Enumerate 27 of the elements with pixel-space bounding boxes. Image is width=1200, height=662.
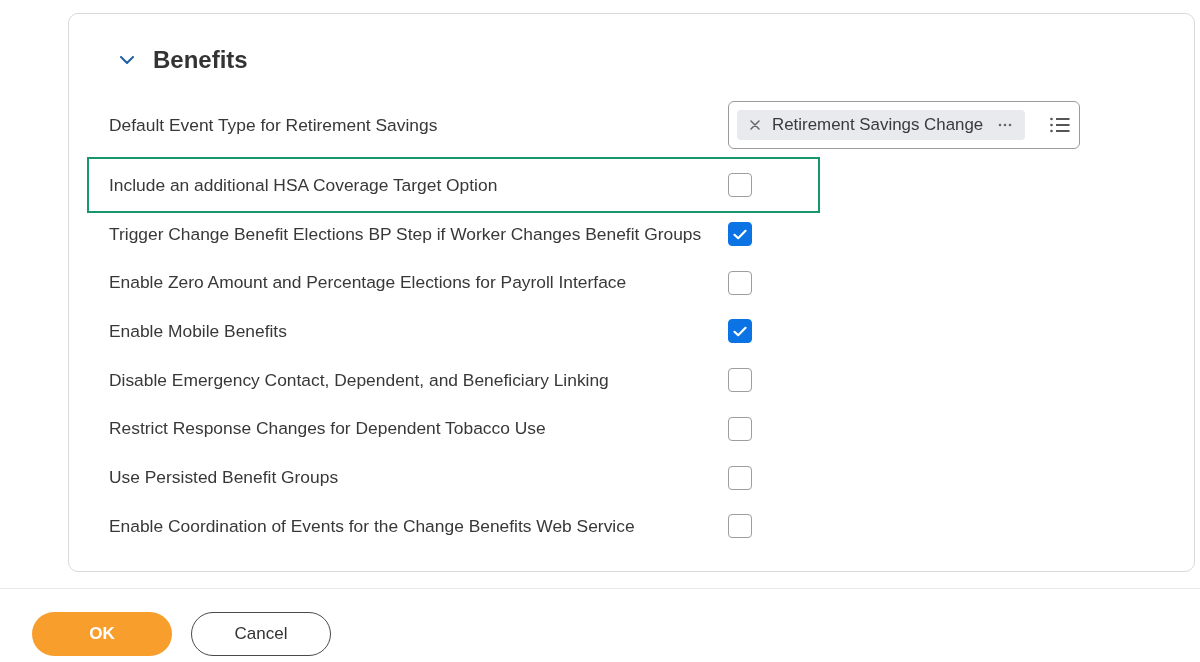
checkmark-icon: [733, 228, 747, 240]
field-label: Use Persisted Benefit Groups: [109, 467, 340, 488]
multiselect-field[interactable]: Retirement Savings Change: [728, 101, 1080, 149]
cancel-button[interactable]: Cancel: [191, 612, 331, 656]
checkbox[interactable]: [728, 465, 752, 490]
chevron-down-icon[interactable]: [120, 56, 134, 64]
field-label: Disable Emergency Contact, Dependent, and Beneficiary Linking: [109, 369, 610, 391]
chip-label: Retirement Savings Change: [772, 115, 984, 135]
checkbox[interactable]: [728, 319, 752, 344]
checkbox[interactable]: [728, 270, 752, 295]
section-title: Benefits: [153, 45, 248, 75]
field-label: Include an additional HSA Coverage Target Option: [109, 174, 499, 196]
list-icon[interactable]: [1050, 117, 1070, 133]
more-icon[interactable]: [998, 123, 1012, 127]
checkbox[interactable]: [728, 416, 752, 441]
checkbox[interactable]: [728, 514, 752, 539]
field-label: Enable Coordination of Events for the Change Benefits Web Service: [109, 515, 636, 537]
checkbox[interactable]: [728, 173, 752, 198]
checkbox[interactable]: [728, 368, 752, 393]
field-label: Trigger Change Benefit Elections BP Step if Worker Changes Benefit Groups: [109, 223, 703, 245]
checkbox[interactable]: [728, 222, 752, 247]
checkmark-icon: [733, 325, 747, 337]
field-label: Enable Zero Amount and Percentage Elections for Payroll Interface: [109, 272, 628, 294]
field-label: Restrict Response Changes for Dependent Tobacco Use: [109, 418, 547, 440]
field-label: Default Event Type for Retirement Savings: [109, 114, 439, 136]
field-label: Enable Mobile Benefits: [109, 320, 288, 342]
remove-icon[interactable]: [750, 120, 760, 130]
